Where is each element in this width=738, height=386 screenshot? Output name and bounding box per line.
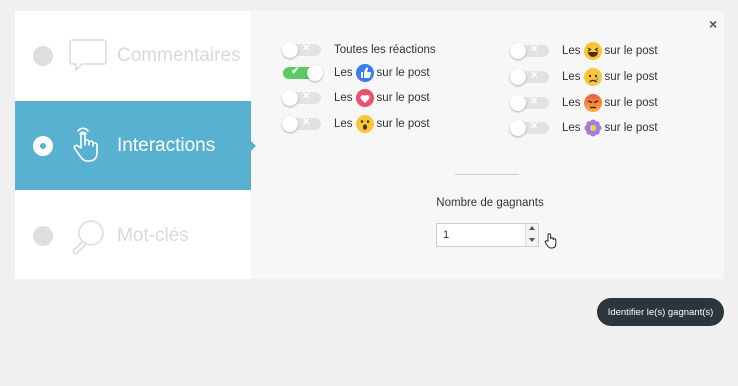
method-commentaires[interactable]: Commentaires bbox=[15, 11, 251, 100]
option-suffix: sur le post bbox=[376, 92, 430, 104]
method-label-commentaires: Commentaires bbox=[117, 44, 241, 66]
option-label: Toutes les réactions bbox=[334, 44, 436, 56]
method-label-mot-cles: Mot-clés bbox=[117, 224, 189, 246]
number-stepper[interactable] bbox=[525, 224, 538, 246]
contest-modal: Commentaires Interactions Mot-clés × ✕ T… bbox=[15, 11, 724, 279]
option-prefix: Les bbox=[562, 97, 581, 109]
option-prefix: Les bbox=[334, 92, 353, 104]
option-haha: ✕ Les sur le post bbox=[510, 41, 658, 61]
option-prefix: Les bbox=[562, 45, 581, 57]
flower-icon bbox=[584, 119, 602, 137]
option-flower: ✕ Les sur le post bbox=[510, 118, 658, 138]
pointing-hand-icon bbox=[73, 127, 98, 162]
option-suffix: sur le post bbox=[604, 97, 658, 109]
toggle-love[interactable]: ✕ bbox=[282, 90, 321, 106]
winners-label: Nombre de gagnants bbox=[436, 197, 544, 209]
toggle-toutes-reactions[interactable]: ✕ bbox=[282, 42, 321, 58]
stepper-up-icon[interactable] bbox=[529, 226, 535, 230]
method-selector: Commentaires Interactions Mot-clés bbox=[15, 11, 251, 279]
toggle-wow[interactable]: ✕ bbox=[282, 116, 321, 132]
divider bbox=[455, 174, 519, 175]
wow-icon bbox=[355, 115, 374, 133]
winners-count-input[interactable]: 1 bbox=[436, 223, 539, 247]
like-icon bbox=[355, 64, 374, 82]
option-suffix: sur le post bbox=[604, 45, 658, 57]
angry-icon bbox=[583, 94, 602, 112]
option-prefix: Les bbox=[334, 118, 353, 130]
speech-bubble-icon bbox=[69, 38, 107, 72]
magnifier-icon bbox=[72, 219, 104, 254]
sad-icon bbox=[583, 68, 602, 86]
identify-winners-button[interactable]: Identifier le(s) gagnant(s) bbox=[597, 298, 724, 326]
method-label-interactions: Interactions bbox=[117, 134, 216, 156]
option-love: ✕ Les sur le post bbox=[282, 88, 430, 108]
toggle-haha[interactable]: ✕ bbox=[510, 43, 549, 59]
option-suffix: sur le post bbox=[376, 118, 430, 130]
option-wow: ✕ Les sur le post bbox=[282, 114, 430, 134]
option-suffix: sur le post bbox=[604, 71, 658, 83]
radio-mot-cles[interactable] bbox=[33, 225, 53, 246]
option-suffix: sur le post bbox=[604, 122, 658, 134]
method-mot-cles[interactable]: Mot-clés bbox=[15, 191, 251, 280]
toggle-flower[interactable]: ✕ bbox=[510, 120, 549, 136]
mouse-cursor-icon bbox=[544, 233, 557, 249]
option-toutes-reactions: ✕ Toutes les réactions bbox=[282, 40, 436, 60]
method-interactions[interactable]: Interactions bbox=[15, 101, 251, 190]
radio-commentaires[interactable] bbox=[33, 45, 53, 66]
option-suffix: sur le post bbox=[376, 67, 430, 79]
option-sad: ✕ Les sur le post bbox=[510, 67, 658, 87]
stepper-down-icon[interactable] bbox=[529, 238, 535, 242]
option-angry: ✕ Les sur le post bbox=[510, 93, 658, 113]
selected-pointer bbox=[251, 141, 256, 151]
love-icon bbox=[355, 89, 374, 107]
option-like: ✔ Les sur le post bbox=[283, 63, 430, 83]
toggle-sad[interactable]: ✕ bbox=[510, 69, 549, 85]
toggle-angry[interactable]: ✕ bbox=[510, 95, 549, 111]
option-prefix: Les bbox=[562, 122, 581, 134]
close-icon[interactable]: × bbox=[709, 16, 717, 32]
winners-count-value: 1 bbox=[443, 229, 450, 241]
haha-icon bbox=[583, 42, 602, 60]
radio-interactions[interactable] bbox=[33, 135, 53, 156]
option-prefix: Les bbox=[562, 71, 581, 83]
toggle-like[interactable]: ✔ bbox=[283, 65, 323, 81]
option-prefix: Les bbox=[334, 67, 353, 79]
